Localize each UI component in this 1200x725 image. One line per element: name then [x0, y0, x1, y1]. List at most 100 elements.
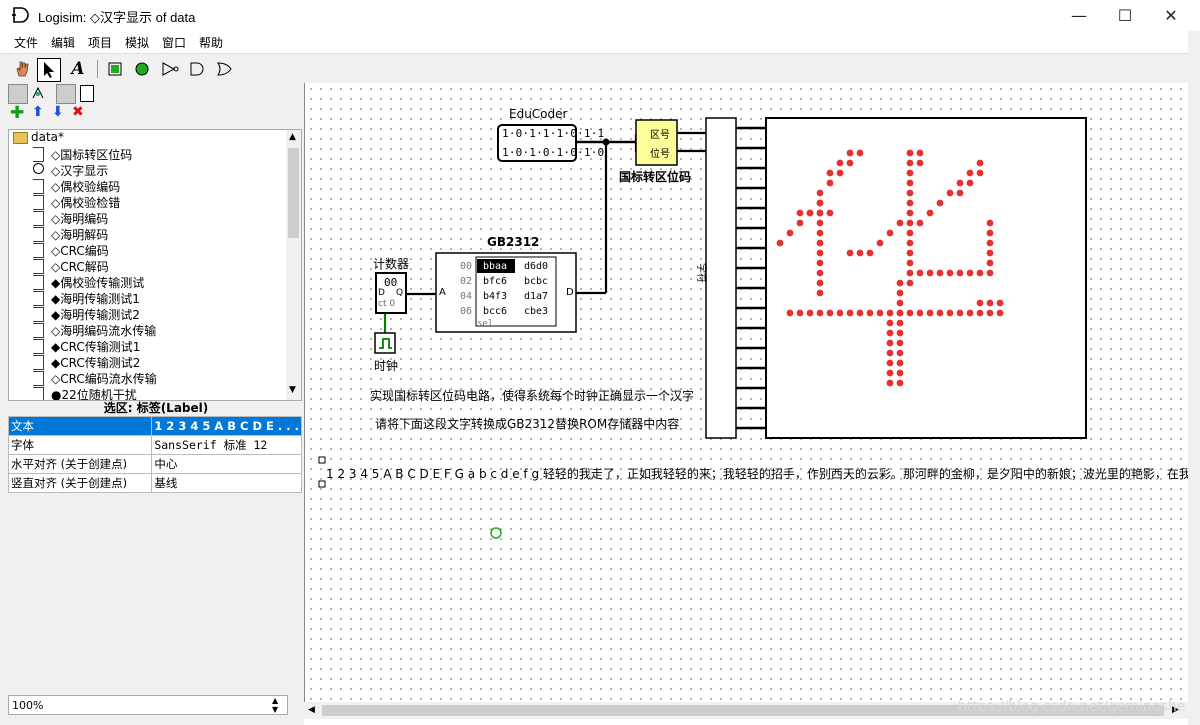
led-dot: [856, 149, 864, 157]
tree-item-label: ◆海明传输测试1: [51, 292, 140, 306]
led-dot: [816, 249, 824, 257]
led-dot: [786, 309, 794, 317]
led-dot: [966, 179, 974, 187]
led-dot: [876, 239, 884, 247]
led-matrix: [765, 117, 1087, 439]
led-dot: [896, 299, 904, 307]
clock-block[interactable]: [374, 332, 396, 354]
circuit-icon: [33, 227, 44, 242]
add-circuit-plus-icon[interactable]: ✚: [10, 103, 24, 123]
led-dot: [956, 179, 964, 187]
circuit-icon: [33, 147, 44, 162]
tree-scroll-thumb[interactable]: [288, 148, 299, 238]
led-dot: [976, 299, 984, 307]
led-dot: [896, 279, 904, 287]
led-dot: [916, 159, 924, 167]
menu-edit[interactable]: 编辑: [51, 34, 75, 51]
led-dot: [936, 309, 944, 317]
attr-value[interactable]: 中心: [151, 454, 302, 474]
selected-text-label[interactable]: 1 2 3 4 5 A B C D E F G a b c d e f g 轻轻…: [326, 465, 1189, 482]
rom-cell: bcbc: [524, 276, 549, 287]
tree-item-label: ◇汉字显示: [51, 164, 109, 178]
led-dot: [806, 309, 814, 317]
rom-sel-label: sel: [477, 319, 494, 329]
logisim-logo-icon: [12, 7, 29, 23]
toolbox-view-icon[interactable]: [8, 84, 28, 104]
menu-window[interactable]: 窗口: [162, 34, 186, 51]
led-dot: [886, 309, 894, 317]
led-dot: [836, 159, 844, 167]
scroll-up-icon[interactable]: ▲: [289, 132, 296, 142]
led-dot: [836, 309, 844, 317]
watermark: https://blog.csdn.net/gemingshe: [958, 699, 1186, 715]
led-dot: [886, 319, 894, 327]
attr-row-halign[interactable]: 水平对齐 (关于创建点) 中心: [7, 454, 302, 474]
attr-row-text[interactable]: 文本 1 2 3 4 5 A B C D E . . .: [7, 416, 302, 436]
maximize-button[interactable]: ☐: [1102, 0, 1148, 31]
scroll-left-icon[interactable]: ◀: [308, 705, 315, 715]
led-dot: [886, 339, 894, 347]
layout-view-icon[interactable]: [56, 84, 76, 104]
move-up-arrow-icon[interactable]: ⬆: [32, 104, 44, 120]
led-dot: [906, 249, 914, 257]
green-probe-icon: [490, 527, 502, 539]
menu-file[interactable]: 文件: [14, 34, 38, 51]
led-dot: [856, 249, 864, 257]
led-dot: [976, 169, 984, 177]
led-dot: [896, 359, 904, 367]
not-gate-icon[interactable]: [159, 58, 181, 80]
scroll-down-icon[interactable]: ▼: [289, 385, 296, 395]
led-dot: [816, 189, 824, 197]
attr-value[interactable]: SansSerif 标准 12: [151, 435, 302, 455]
led-dot: [986, 309, 994, 317]
tree-scrollbar[interactable]: ▲ ▼: [286, 130, 301, 400]
tree-item-label: ◇偶校验编码: [51, 180, 121, 194]
poke-tool-hand-icon[interactable]: [11, 58, 33, 80]
attr-value[interactable]: 1 2 3 4 5 A B C D E . . .: [151, 416, 302, 436]
minimize-button[interactable]: —: [1056, 0, 1102, 31]
tree-item-label: ◆偶校验传输测试: [51, 276, 145, 290]
circuit-icon: [33, 355, 44, 370]
input-pin-icon[interactable]: [104, 58, 126, 80]
led-dot: [986, 269, 994, 277]
led-dot: [936, 269, 944, 277]
output-pin-icon[interactable]: [131, 58, 153, 80]
attr-name: 水平对齐 (关于创建点): [7, 454, 153, 474]
delete-circuit-x-icon[interactable]: ✖: [72, 104, 84, 120]
led-dot: [896, 289, 904, 297]
appearance-view-icon[interactable]: [80, 85, 94, 102]
selection-handle[interactable]: [318, 456, 326, 464]
led-dot: [916, 149, 924, 157]
led-dot: [816, 309, 824, 317]
simulation-tree-icon[interactable]: [30, 85, 46, 101]
selection-handle[interactable]: [318, 480, 326, 488]
led-dot: [906, 169, 914, 177]
project-toolbar: ✚ ⬆ ⬇ ✖: [8, 103, 98, 126]
attr-row-font[interactable]: 字体 SansSerif 标准 12: [7, 435, 302, 455]
led-dot: [906, 279, 914, 287]
converter-out2-label: 位号: [650, 149, 670, 160]
project-tree: data* ◇国标转区位码 ◇汉字显示 ◇偶校验编码 ◇偶校验检错 ◇海明编码 ◇海明解码…: [8, 129, 302, 401]
zoom-spinner-icon[interactable]: ▲ ▼: [272, 696, 278, 714]
converter-label: 国标转区位码: [619, 170, 692, 184]
select-tool-arrow-icon[interactable]: [37, 58, 61, 82]
zoom-field[interactable]: 100%: [8, 695, 288, 715]
text-tool-icon[interactable]: A: [67, 58, 89, 80]
splitter-block[interactable]: [705, 117, 737, 439]
close-button[interactable]: ✕: [1148, 0, 1194, 31]
or-gate-icon[interactable]: [213, 58, 235, 80]
and-gate-icon[interactable]: [186, 58, 208, 80]
led-dot: [866, 249, 874, 257]
menu-project[interactable]: 项目: [88, 34, 112, 51]
menu-help[interactable]: 帮助: [199, 34, 223, 51]
tree-item-label: ◇海明编码: [51, 212, 109, 226]
attr-name: 字体: [7, 435, 153, 455]
move-down-arrow-icon[interactable]: ⬇: [52, 104, 64, 120]
menu-simulate[interactable]: 模拟: [125, 34, 149, 51]
rom-cell: bbaa: [483, 261, 508, 272]
attr-row-valign[interactable]: 竖直对齐 (关于创建点) 基线: [7, 473, 302, 493]
attr-value[interactable]: 基线: [151, 473, 302, 493]
led-dot: [986, 219, 994, 227]
circuit-icon: [33, 371, 44, 386]
circuit-canvas[interactable]: EduCoder 1·0·1·1·1·0·1·1 1·0·1·0·1·0·1·0…: [304, 83, 1189, 702]
